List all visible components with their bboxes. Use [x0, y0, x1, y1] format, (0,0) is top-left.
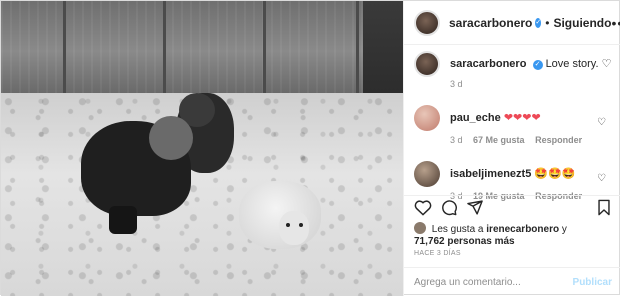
comment-like-heart-icon[interactable]: ♡: [597, 173, 606, 184]
separator-dot: •: [545, 15, 550, 30]
photo-puppy: [239, 181, 321, 249]
comment-input[interactable]: [414, 276, 573, 288]
caption-text: Love story.: [545, 58, 599, 70]
comment-meta: 3 d 67 Me gusta Responder: [450, 133, 590, 147]
caption-body: saracarbonero ✓ Love story. ♡ 3 d: [450, 57, 612, 91]
instagram-post: saracarbonero ✓ • Siguiendo ••• saracarb…: [0, 0, 620, 296]
photo-boot: [109, 206, 137, 234]
photo-puppy-eye: [286, 223, 290, 227]
comment-composer: Publicar: [404, 267, 620, 296]
following-button[interactable]: Siguiendo: [553, 16, 611, 30]
liker-avatar[interactable]: [414, 222, 426, 234]
author-avatar[interactable]: [414, 9, 440, 36]
comment-text: ❤❤❤❤: [503, 112, 541, 124]
post-side-panel: saracarbonero ✓ • Siguiendo ••• saracarb…: [403, 1, 620, 296]
verified-badge-icon: ✓: [532, 60, 543, 70]
post-photo[interactable]: [1, 1, 403, 296]
comment-username[interactable]: isabeljimenezt5: [450, 168, 531, 180]
bookmark-icon[interactable]: [596, 199, 612, 221]
comments-list: saracarbonero ✓ Love story. ♡ 3 d pau_ec…: [404, 51, 620, 217]
comment-username[interactable]: pau_eche: [450, 112, 501, 124]
post-timestamp[interactable]: HACE 3 DÍAS: [414, 250, 461, 257]
comment-avatar[interactable]: [414, 105, 440, 131]
author-username[interactable]: saracarbonero: [449, 16, 532, 30]
caption-username[interactable]: saracarbonero: [450, 58, 526, 70]
liked-by-prefix: Les gusta a: [431, 224, 484, 235]
comment-icon[interactable]: [440, 199, 458, 221]
photo-child-front-head: [149, 116, 193, 160]
liked-by-connector: y: [561, 224, 567, 235]
caption-row: saracarbonero ✓ Love story. ♡ 3 d: [414, 51, 612, 91]
post-header: saracarbonero ✓ • Siguiendo •••: [404, 1, 620, 45]
comment-text: 🤩🤩🤩: [534, 168, 576, 180]
comment-avatar[interactable]: [414, 161, 440, 187]
likes-count[interactable]: 71,762 personas más: [414, 236, 515, 247]
more-options-icon[interactable]: •••: [611, 15, 620, 31]
comment-body: pau_eche ❤❤❤❤ 3 d 67 Me gusta Responder: [450, 111, 590, 147]
likes-summary: Les gusta a irenecarbonero y 71,762 pers…: [414, 222, 567, 248]
heart-icon[interactable]: [414, 199, 432, 221]
comment-likes[interactable]: 67 Me gusta: [473, 135, 525, 145]
action-bar: [404, 195, 620, 221]
caption-avatar[interactable]: [414, 51, 440, 77]
liked-by-user[interactable]: irenecarbonero: [486, 224, 559, 235]
comment-age[interactable]: 3 d: [450, 135, 463, 145]
photo-puppy-head: [279, 211, 309, 245]
paper-plane-icon[interactable]: [466, 199, 484, 221]
caption-age[interactable]: 3 d: [450, 79, 463, 89]
comment-row: pau_eche ❤❤❤❤ 3 d 67 Me gusta Responder …: [414, 105, 612, 147]
reply-button[interactable]: Responder: [535, 135, 582, 145]
caption-heart-glyph: ♡: [601, 58, 612, 70]
verified-badge-icon: ✓: [535, 17, 542, 28]
caption-meta: 3 d: [450, 77, 612, 91]
publish-button[interactable]: Publicar: [573, 277, 612, 288]
photo-puppy-eye: [299, 223, 303, 227]
comment-like-heart-icon[interactable]: ♡: [597, 117, 606, 128]
